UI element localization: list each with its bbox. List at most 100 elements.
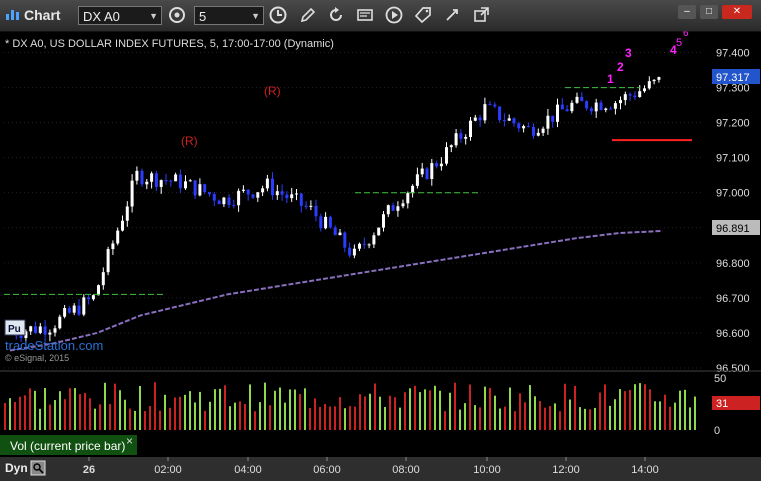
price-tick-label: 96.800 — [716, 258, 750, 270]
candle-body — [174, 174, 178, 182]
candle-body — [198, 184, 202, 196]
candle-body — [551, 115, 555, 122]
candle-body — [261, 188, 265, 193]
last-price-label: 97.317 — [716, 72, 750, 84]
candle-body — [338, 232, 342, 236]
candle-body — [116, 230, 120, 244]
candle-body — [604, 108, 608, 110]
time-tick-label: 04:00 — [234, 464, 262, 476]
settings-icon[interactable] — [167, 5, 187, 25]
candle-body — [517, 123, 521, 129]
candle-body — [82, 297, 86, 315]
candle-body — [97, 285, 100, 296]
crosshair-tool-icon[interactable] — [442, 5, 462, 25]
candle-body — [222, 197, 226, 205]
candle-body — [358, 243, 361, 249]
time-tick-label: 12:00 — [552, 464, 580, 476]
candle-body — [483, 104, 487, 121]
symbol-input[interactable]: DX A0 ▼ — [78, 6, 162, 25]
candle-body — [652, 79, 656, 82]
candle-body — [512, 118, 516, 124]
candle-body — [58, 316, 62, 329]
watermark: tradeStation.com — [5, 338, 103, 353]
candle-body — [609, 108, 613, 110]
candle-body — [546, 115, 550, 129]
candle-body — [628, 94, 632, 96]
candle-body — [140, 170, 144, 185]
candle-body — [570, 102, 574, 112]
interval-value: 5 — [199, 9, 207, 24]
volume-close-icon[interactable]: × — [126, 434, 133, 448]
time-tick-label: 06:00 — [313, 464, 341, 476]
close-button[interactable]: ✕ — [722, 5, 752, 19]
maximize-button[interactable]: □ — [700, 5, 718, 19]
candle-body — [585, 101, 589, 109]
candle-body — [536, 132, 540, 136]
candle-body — [72, 305, 76, 313]
candle-body — [324, 216, 328, 229]
candle-body — [67, 308, 71, 313]
chevron-down-icon[interactable]: ▼ — [149, 7, 158, 26]
candle-body — [314, 205, 318, 217]
symbol-value: DX A0 — [83, 9, 120, 24]
candle-body — [145, 181, 149, 185]
play-icon[interactable] — [384, 5, 404, 25]
candle-body — [169, 180, 173, 182]
candle-body — [420, 168, 424, 175]
candle-body — [154, 173, 158, 187]
candle-body — [478, 117, 482, 121]
candle-body — [372, 235, 376, 245]
candle-body — [208, 192, 211, 195]
candle-body — [532, 126, 535, 136]
time-tick-label: 26 — [83, 464, 95, 476]
candle-body — [159, 180, 163, 187]
price-chart[interactable]: 97.40097.30097.20097.10097.00096.90096.8… — [0, 31, 761, 481]
candle-body — [411, 185, 415, 194]
external-window-icon[interactable] — [471, 5, 491, 25]
price-tick-label: 96.600 — [716, 328, 750, 340]
candle-body — [647, 81, 651, 89]
pencil-icon[interactable] — [298, 5, 318, 25]
candle-body — [401, 203, 405, 207]
annotation-6: 6 — [683, 31, 689, 39]
candle-body — [623, 94, 627, 101]
price-tick-label: 97.200 — [716, 118, 750, 130]
copyright: © eSignal, 2015 — [5, 353, 69, 363]
candle-body — [565, 109, 569, 112]
candle-body — [439, 163, 443, 167]
candle-body — [285, 194, 289, 199]
candle-body — [449, 145, 453, 148]
candle-body — [348, 247, 352, 256]
candle-body — [522, 126, 526, 129]
candle-body — [43, 326, 47, 335]
candle-body — [212, 194, 216, 201]
candle-body — [643, 88, 646, 92]
candle-body — [227, 197, 231, 206]
candle-body — [352, 248, 356, 256]
volume-tick-label: 0 — [714, 425, 720, 437]
candle-body — [343, 232, 347, 248]
candle-body — [473, 117, 477, 121]
tag-icon[interactable] — [413, 5, 433, 25]
candle-body — [271, 178, 274, 196]
candle-body — [178, 174, 182, 189]
candle-body — [130, 180, 134, 207]
candle-body — [265, 178, 269, 189]
candle-body — [184, 181, 187, 189]
refresh-icon[interactable] — [326, 5, 346, 25]
candle-body — [256, 192, 260, 198]
chevron-down-icon[interactable]: ▼ — [251, 7, 260, 26]
ma-value-label: 96.891 — [716, 223, 750, 235]
clock-icon[interactable] — [268, 5, 288, 25]
candle-body — [135, 170, 139, 181]
candle-body — [309, 205, 313, 207]
volume-title: Vol (current price bar) — [10, 439, 125, 453]
candle-body — [507, 118, 511, 121]
news-icon[interactable] — [355, 5, 375, 25]
interval-input[interactable]: 5 ▼ — [194, 6, 264, 25]
minimize-button[interactable]: – — [678, 5, 696, 19]
candle-body — [362, 243, 366, 245]
volume-current-label: 31 — [716, 398, 728, 410]
annotation-r-1: (R) — [264, 84, 281, 98]
candle-body — [290, 194, 294, 199]
